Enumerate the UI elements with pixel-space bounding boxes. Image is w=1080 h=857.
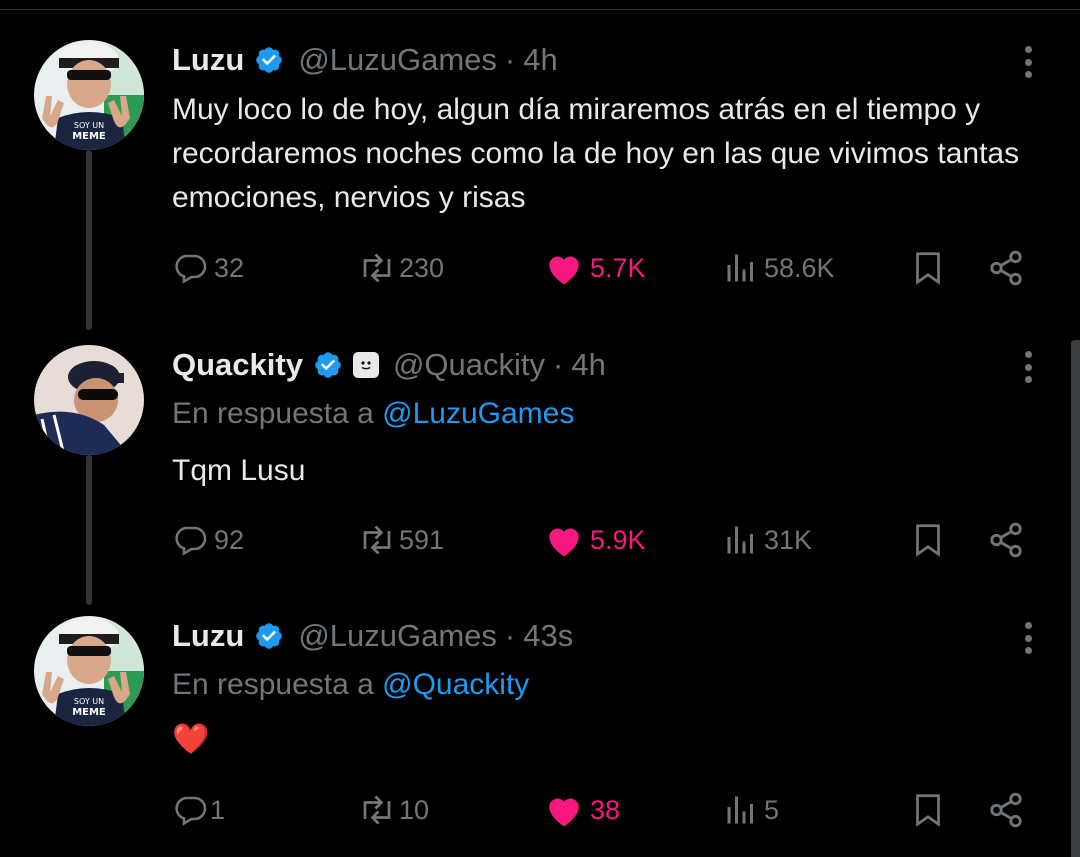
tweet-header: Luzu @LuzuGames · 43s [172,618,573,654]
reply-mention-link[interactable]: @Quackity [382,668,529,701]
like-count: 5.9K [590,524,646,555]
reply-mention-link[interactable]: @LuzuGames [382,397,574,430]
timestamp[interactable]: 43s [523,618,573,654]
like-button[interactable]: 5.9K [544,520,646,560]
tweet-header: Luzu @LuzuGames · 4h [172,42,558,78]
more-icon[interactable] [1018,42,1038,82]
repost-button[interactable]: 230 [357,248,444,288]
tweet-header: Quackity @Quackity · 4h [172,347,606,383]
handle[interactable]: @LuzuGames [298,618,497,654]
tweet-text: ❤️ [172,723,210,756]
like-icon [549,798,579,827]
avatar-quackity[interactable] [34,345,144,455]
bookmark-button[interactable] [910,248,946,288]
tweet-1[interactable]: SOY UN MEME Luzu @LuzuGames · 4h Muy loc… [0,40,1068,330]
reply-count: 32 [214,252,245,283]
avatar-shirt-line1: SOY UN [74,697,104,706]
share-button[interactable] [987,520,1025,560]
bookmark-icon [916,794,940,827]
reply-context: En respuesta a @LuzuGames [172,397,574,431]
share-button[interactable] [987,248,1025,288]
bookmark-button[interactable] [910,790,946,830]
handle[interactable]: @Quackity [393,347,545,383]
like-icon [549,528,579,557]
like-button[interactable]: 38 [544,790,620,830]
tweet-text: Tqm Lusu [172,454,306,487]
reply-icon [175,526,207,556]
separator-dot: · [504,42,516,77]
avatar-luzu[interactable]: SOY UN MEME [34,616,144,726]
repost-icon [363,253,391,283]
like-count: 38 [590,794,621,825]
tweet-text: Muy loco lo de hoy, algun día miraremos … [172,93,1020,214]
timestamp[interactable]: 4h [523,42,557,78]
repost-button[interactable]: 10 [357,790,429,830]
tweet-3[interactable]: SOY UN MEME Luzu @LuzuGames · 43s En res… [0,616,1068,857]
display-name[interactable]: Quackity [172,347,303,383]
action-bar: 32 230 5.7K 58.6K [172,248,1032,288]
reply-button[interactable]: 1 [172,790,225,830]
verified-icon [256,623,283,649]
like-button[interactable]: 5.7K [544,248,646,288]
verified-icon [315,352,341,378]
reply-icon [175,254,207,284]
reply-button[interactable]: 32 [172,248,244,288]
views-button[interactable]: 5 [722,790,779,830]
handle[interactable]: @LuzuGames [298,42,497,78]
more-icon[interactable] [1018,347,1038,387]
reply-count: 92 [214,524,245,555]
avatar-shirt-line2: MEME [72,707,106,718]
views-count: 5 [764,794,780,825]
views-icon [727,254,753,282]
bookmark-button[interactable] [910,520,946,560]
reply-button[interactable]: 92 [172,520,244,560]
display-name[interactable]: Luzu [172,618,244,654]
action-bar: 1 10 38 5 [172,790,1032,830]
views-icon [727,796,753,824]
share-icon [990,250,1022,286]
share-button[interactable] [987,790,1025,830]
more-icon[interactable] [1018,618,1038,658]
reply-prefix: En respuesta a [172,397,374,430]
bookmark-icon [916,252,940,285]
verified-icon [256,47,283,73]
timestamp[interactable]: 4h [571,347,605,383]
like-count: 5.7K [590,252,646,283]
top-divider [0,9,1080,10]
repost-icon [363,795,391,825]
views-count: 58.6K [764,252,835,283]
views-count: 31K [764,524,813,555]
affiliate-badge-icon [352,352,379,378]
action-bar: 92 591 5.9K 31K [172,520,1032,560]
thread-line [86,455,92,605]
repost-button[interactable]: 591 [357,520,444,560]
separator-dot: · [553,347,564,382]
reply-count: 1 [210,794,226,825]
like-icon [549,256,579,285]
scrollbar[interactable] [1071,340,1080,857]
share-icon [990,792,1022,828]
avatar-luzu[interactable]: SOY UN MEME [34,40,144,150]
avatar-shirt-line1: SOY UN [74,121,104,130]
thread-line [86,150,92,330]
tweet-2[interactable]: Quackity @Quackity · 4h En respuesta a @… [0,345,1068,615]
repost-icon [363,525,391,555]
repost-count: 230 [399,252,445,283]
repost-count: 591 [399,524,445,555]
avatar-shirt-line2: MEME [72,131,106,142]
display-name[interactable]: Luzu [172,42,244,78]
views-button[interactable]: 58.6K [722,248,835,288]
views-button[interactable]: 31K [722,520,812,560]
reply-prefix: En respuesta a [172,668,374,701]
repost-count: 10 [399,794,430,825]
share-icon [990,522,1022,558]
reply-context: En respuesta a @Quackity [172,668,529,702]
separator-dot: · [504,618,516,653]
bookmark-icon [916,524,940,557]
views-icon [727,526,753,554]
reply-icon [175,796,207,826]
